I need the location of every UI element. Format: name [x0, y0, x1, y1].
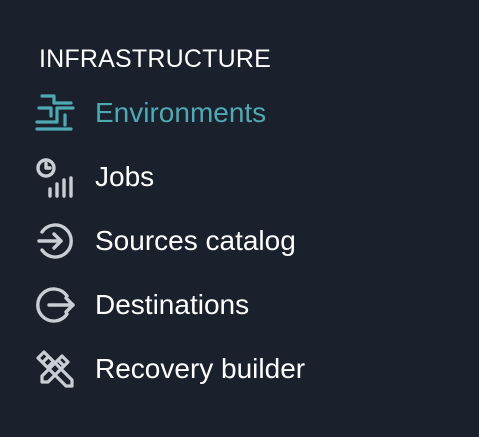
nav-item-jobs[interactable]: Jobs	[30, 152, 450, 202]
jobs-icon	[30, 152, 80, 202]
infrastructure-nav: INFRASTRUCTURE Environments Jobs Sources…	[0, 0, 479, 437]
recovery-builder-icon	[30, 344, 80, 394]
section-title: INFRASTRUCTURE	[39, 45, 271, 73]
nav-item-sources-catalog[interactable]: Sources catalog	[30, 216, 450, 266]
nav-item-label: Recovery builder	[95, 353, 306, 384]
destinations-icon	[30, 280, 80, 330]
nav-item-recovery-builder[interactable]: Recovery builder	[30, 344, 450, 394]
nav-item-label: Destinations	[95, 289, 250, 320]
environments-icon	[30, 88, 80, 138]
nav-item-destinations[interactable]: Destinations	[30, 280, 450, 330]
sources-icon	[30, 216, 80, 266]
nav-item-environments[interactable]: Environments	[30, 88, 450, 138]
nav-item-label: Jobs	[95, 161, 155, 192]
nav-item-label: Environments	[95, 97, 267, 128]
nav-item-label: Sources catalog	[95, 225, 296, 256]
